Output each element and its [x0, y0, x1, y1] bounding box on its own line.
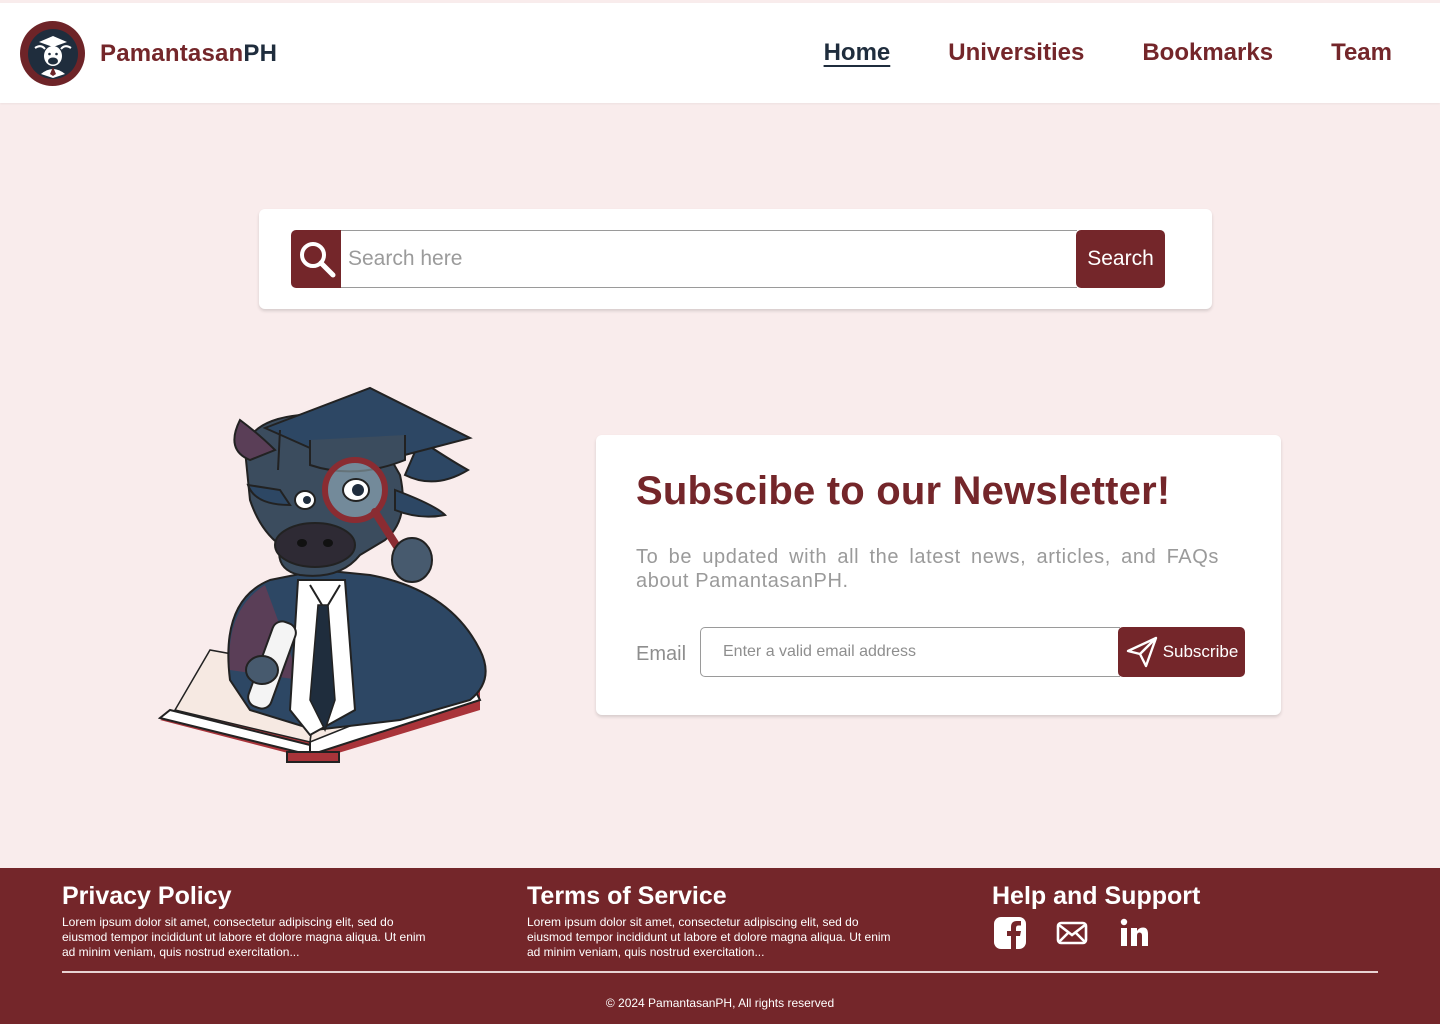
help-support-title: Help and Support	[992, 882, 1201, 910]
subscribe-button-label: Subscribe	[1162, 642, 1239, 661]
privacy-policy-section: Privacy Policy Lorem ipsum dolor sit ame…	[62, 882, 442, 960]
mail-icon[interactable]	[1054, 915, 1090, 951]
email-field[interactable]	[700, 627, 1120, 677]
linkedin-icon[interactable]	[1116, 915, 1152, 951]
nav-bookmarks[interactable]: Bookmarks	[1142, 39, 1273, 67]
help-support-section: Help and Support	[992, 882, 1372, 951]
nav-team[interactable]: Team	[1331, 39, 1392, 67]
paper-plane-icon	[1126, 636, 1157, 668]
newsletter-card: Subscibe to our Newsletter! To be update…	[596, 435, 1281, 715]
social-links	[992, 915, 1372, 951]
brand[interactable]: PamantasanPH	[20, 21, 277, 86]
search-input[interactable]	[341, 230, 1077, 288]
nav-universities[interactable]: Universities	[948, 39, 1084, 67]
newsletter-description: To be updated with all the latest news, …	[636, 546, 1219, 592]
terms-of-service-text: Lorem ipsum dolor sit amet, consectetur …	[527, 915, 891, 959]
brand-name-part1: Pamantasan	[100, 39, 244, 67]
carabao-scholar-mascot-icon	[150, 380, 500, 770]
terms-of-service-section: Terms of Service Lorem ipsum dolor sit a…	[527, 882, 907, 960]
email-label: Email	[636, 643, 687, 665]
search-icon[interactable]	[291, 230, 342, 288]
search-card: Search	[259, 209, 1212, 309]
footer-divider	[62, 971, 1378, 973]
copyright-text: © 2024 PamantasanPH, All rights reserved	[605, 996, 835, 1010]
newsletter-title: Subscibe to our Newsletter!	[636, 469, 1171, 513]
top-navbar: PamantasanPH Home Universities Bookmarks…	[0, 3, 1440, 103]
main-nav: Home Universities Bookmarks Team	[766, 39, 1392, 67]
brand-name-part2: PH	[243, 39, 278, 67]
carabao-logo-icon	[20, 21, 85, 86]
privacy-policy-text: Lorem ipsum dolor sit amet, consectetur …	[62, 915, 426, 959]
subscribe-button[interactable]: Subscribe	[1118, 627, 1245, 677]
brand-name: PamantasanPH	[100, 40, 277, 68]
nav-home[interactable]: Home	[824, 39, 891, 67]
privacy-policy-link[interactable]: Privacy Policy	[62, 882, 442, 911]
facebook-icon[interactable]	[992, 915, 1028, 951]
search-button[interactable]: Search	[1076, 230, 1165, 288]
footer: Privacy Policy Lorem ipsum dolor sit ame…	[0, 868, 1440, 1024]
terms-of-service-link[interactable]: Terms of Service	[527, 882, 907, 911]
